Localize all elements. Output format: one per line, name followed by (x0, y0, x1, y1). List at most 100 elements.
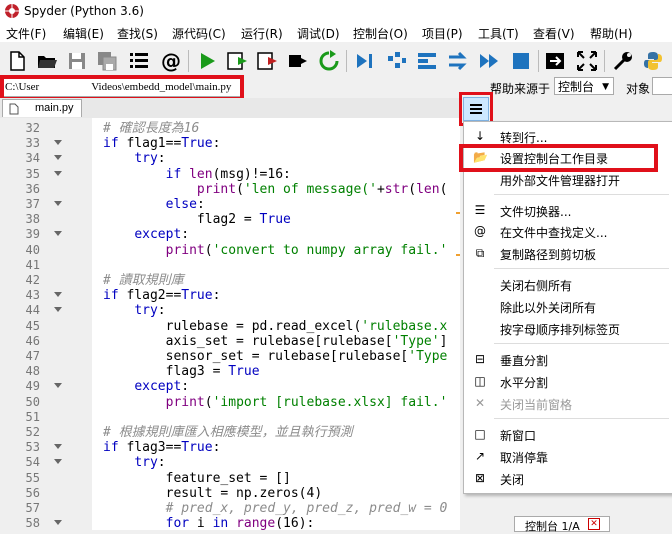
menu-debug[interactable]: 调试(D) (297, 25, 340, 42)
fold-arrow-icon[interactable] (54, 231, 62, 237)
code-token: in (212, 516, 229, 530)
file-list-icon[interactable] (128, 50, 150, 72)
fold-arrow-icon[interactable] (54, 140, 62, 146)
menu-item[interactable]: 按字母顺序排列标签页 (464, 318, 672, 338)
fold-arrow-icon[interactable] (54, 170, 62, 176)
menu-item[interactable]: ⧉ 复制路径到剪切板 (464, 243, 672, 263)
menu-item[interactable]: ☰ 文件切换器... (464, 200, 672, 220)
code-token: print (165, 242, 205, 258)
menu-search[interactable]: 查找(S) (117, 25, 158, 42)
code-token: (msg)!=16: (212, 166, 291, 182)
close-tab-icon[interactable]: ✕ (588, 518, 600, 530)
maximize-pane-icon[interactable] (544, 50, 566, 72)
menu-file[interactable]: 文件(F) (6, 25, 46, 42)
menu-item[interactable]: 关闭右侧所有 (464, 274, 672, 294)
code-editor[interactable]: 32 # 確認長度為16 33 if flag1==True: 34 try: 35 if… (0, 118, 460, 530)
line-number: 36 (25, 181, 40, 196)
menu-help[interactable]: 帮助(H) (590, 25, 632, 42)
code-token: len (189, 166, 213, 182)
new-file-icon[interactable] (6, 50, 28, 72)
fold-arrow-icon[interactable] (54, 201, 62, 206)
wrench-icon[interactable] (612, 50, 634, 72)
code-token: str (384, 181, 409, 197)
menu-tools[interactable]: 工具(T) (478, 25, 519, 42)
tab-main-py[interactable]: main.py (2, 99, 82, 117)
fold-arrow-icon[interactable] (54, 459, 62, 465)
window-title: Spyder (Python 3.6) (24, 4, 144, 18)
fold-arrow-icon[interactable] (54, 383, 62, 389)
save-all-icon[interactable] (96, 50, 118, 72)
menu-edit[interactable]: 编辑(E) (63, 25, 104, 42)
run-icon[interactable] (196, 50, 218, 72)
menu-source[interactable]: 源代码(C) (172, 25, 226, 42)
code-token: print (165, 394, 205, 410)
code-line: 33 if flag1==True: (0, 136, 460, 151)
code-token: else (165, 197, 197, 212)
menu-view[interactable]: 查看(V) (533, 25, 575, 42)
menu-item[interactable]: ↓ 转到行... (464, 126, 672, 146)
code-text: sensor_set = rulebase[rulebase['Type (103, 349, 448, 364)
open-file-icon[interactable] (36, 50, 58, 72)
step-return-icon[interactable] (446, 50, 468, 72)
code-line: 47 sensor_set = rulebase[rulebase['Type (0, 349, 460, 364)
menu-console[interactable]: 控制台(O) (353, 25, 408, 42)
code-token: : (157, 455, 166, 471)
code-token: ] (439, 333, 448, 349)
continue-icon[interactable] (478, 50, 500, 72)
code-token: sensor_set = rulebase[rulebase[ (103, 349, 409, 364)
python-icon[interactable] (642, 50, 664, 72)
menu-item[interactable]: 除此以外关闭所有 (464, 296, 672, 316)
code-text: if flag1==True: (103, 136, 220, 151)
menu-item-label: 复制路径到剪切板 (500, 248, 597, 262)
code-token: : (212, 440, 221, 456)
at-icon[interactable]: @ (160, 50, 182, 72)
fold-arrow-icon[interactable] (54, 307, 62, 313)
menu-item[interactable]: @ 在文件中查找定义... (464, 221, 672, 241)
run-cell-advance-icon[interactable] (256, 50, 278, 72)
menu-item-label: 新窗口 (500, 429, 537, 443)
fold-arrow-icon[interactable] (54, 155, 62, 161)
menu-item[interactable]: ◫ 水平分割 (464, 371, 672, 391)
code-token: ( (204, 394, 213, 410)
line-number: 35 (25, 166, 40, 181)
save-icon[interactable] (66, 50, 88, 72)
code-line: 39 except: (0, 227, 460, 242)
code-token: 'Type (408, 349, 448, 364)
undock-icon: ↗ (474, 449, 486, 463)
debug-icon[interactable] (354, 50, 376, 72)
goto-line-icon: ↓ (474, 129, 486, 143)
tab-label: main.py (35, 102, 74, 114)
object-input[interactable] (652, 77, 672, 95)
menu-item[interactable]: □ 新窗口 (464, 424, 672, 444)
menu-item[interactable]: ⊟ 垂直分割 (464, 349, 672, 369)
step-icon[interactable] (386, 50, 408, 72)
menu-item[interactable]: ↗ 取消停靠 (464, 446, 672, 466)
menu-run[interactable]: 运行(R) (241, 25, 283, 42)
stop-icon[interactable] (510, 50, 532, 72)
line-number: 56 (25, 485, 40, 500)
fullscreen-icon[interactable] (576, 50, 598, 72)
rerun-icon[interactable] (318, 50, 340, 72)
fold-arrow-icon[interactable] (54, 292, 62, 298)
fold-arrow-icon[interactable] (54, 520, 62, 526)
run-selection-icon[interactable] (286, 50, 308, 72)
menu-projects[interactable]: 项目(P) (422, 25, 463, 42)
run-cell-icon[interactable] (226, 50, 248, 72)
menu-item[interactable]: 用外部文件管理器打开 (464, 169, 672, 189)
fold-arrow-icon[interactable] (54, 444, 62, 450)
code-token: : (181, 379, 190, 395)
code-text: try: (103, 303, 166, 319)
code-token: True (181, 440, 213, 456)
close-icon: ⊠ (474, 471, 486, 485)
menu-item-label: 垂直分割 (500, 354, 549, 368)
code-line: 46 axis_set = rulebase[rulebase['Type'] (0, 334, 460, 349)
menu-item-label: 按字母顺序排列标签页 (500, 323, 621, 337)
menu-item-label: 用外部文件管理器打开 (500, 174, 621, 188)
step-into-icon[interactable] (416, 50, 438, 72)
help-source-combo[interactable]: 控制台 ▼ (554, 77, 614, 95)
code-token: # pred_x, pred_y, pred_z, pred_w = 0 (103, 501, 448, 516)
code-token: 'len of message(' (243, 181, 377, 197)
code-token: : (157, 303, 166, 319)
menu-item[interactable]: ⊠ 关闭 (464, 468, 672, 488)
